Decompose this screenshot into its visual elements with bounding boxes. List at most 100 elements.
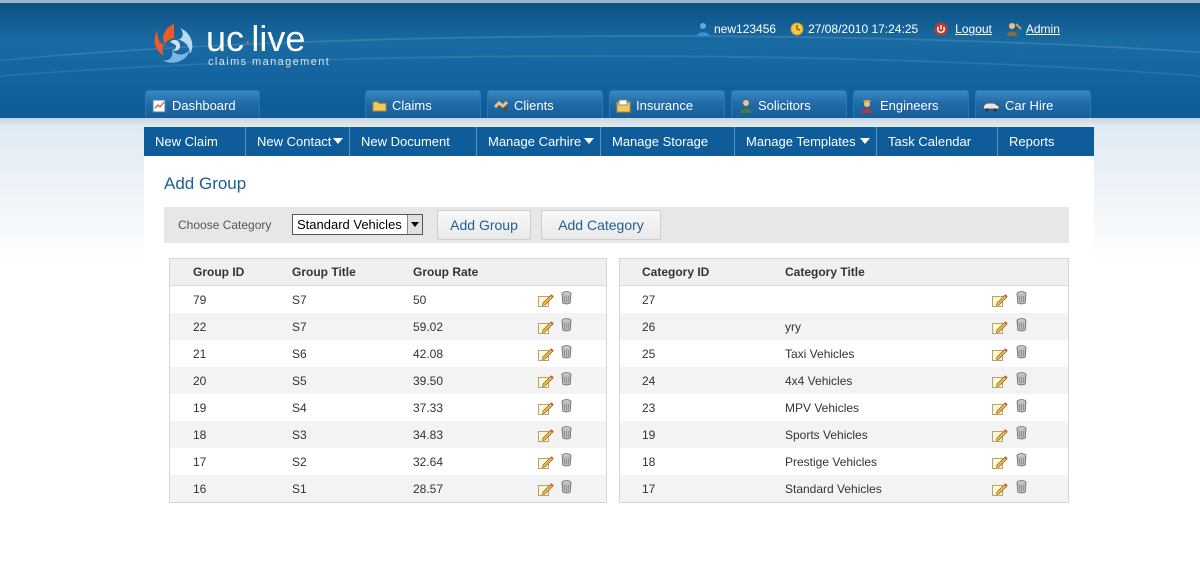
category-id-cell: 25 [642,347,656,361]
edit-icon[interactable] [992,427,1008,442]
groups-table: Group ID Group Title Group Rate 79 S7 50 22… [169,258,607,503]
tab-insurance[interactable]: Insurance [609,90,725,120]
column-header: Group Title [292,265,356,279]
tab-solicitors[interactable]: Solicitors [731,90,847,120]
group-rate-cell: 42.08 [413,347,444,361]
subnav-label: Manage Carhire [488,134,582,149]
edit-icon[interactable] [538,292,554,307]
edit-icon[interactable] [992,481,1008,496]
edit-icon[interactable] [538,427,554,442]
edit-icon[interactable] [992,373,1008,388]
delete-icon[interactable] [1016,426,1027,440]
group-rate-cell: 34.83 [413,428,444,442]
tab-car-hire[interactable]: Car Hire [975,90,1091,120]
table-row: 18 S3 34.83 [170,421,606,448]
subnav-label: Manage Templates [746,134,856,149]
delete-icon[interactable] [561,426,572,440]
edit-icon[interactable] [538,481,554,496]
group-id-cell: 19 [193,401,207,415]
edit-icon[interactable] [538,454,554,469]
table-row: 20 S5 39.50 [170,367,606,394]
logout-link[interactable]: Logout [955,22,992,36]
delete-icon[interactable] [1016,399,1027,413]
delete-icon[interactable] [561,345,572,359]
table-row: 27 [620,286,1068,313]
delete-icon[interactable] [561,453,572,467]
tab-engineers[interactable]: Engineers [853,90,969,120]
engineer-icon [861,99,873,113]
delete-icon[interactable] [561,291,572,305]
delete-icon[interactable] [1016,291,1027,305]
tab-label: Claims [392,98,432,113]
category-id-cell: 27 [642,293,656,307]
tab-label: Clients [514,98,554,113]
admin-tools-icon [1006,23,1022,36]
subnav-reports[interactable]: Reports [998,127,1094,156]
group-title-cell: S3 [292,428,307,442]
tab-label: Solicitors [758,98,811,113]
table-row: 22 S7 59.02 [170,313,606,340]
category-title-cell: Sports Vehicles [785,428,868,442]
edit-icon[interactable] [538,373,554,388]
page-title: Add Group [164,174,247,193]
delete-icon[interactable] [1016,345,1027,359]
edit-icon[interactable] [992,346,1008,361]
category-select-value: Standard Vehicles [297,217,402,232]
edit-icon[interactable] [538,346,554,361]
document-icon [616,99,631,112]
user-bar: new123456 27/08/2010 17:24:25 Logout Adm… [696,20,1074,38]
admin[interactable]: Admin [1006,22,1060,36]
logout[interactable]: Logout [934,22,992,36]
tab-clients[interactable]: Clients [487,90,603,120]
category-select[interactable]: Standard Vehicles [292,214,423,235]
delete-icon[interactable] [1016,372,1027,386]
edit-icon[interactable] [992,319,1008,334]
category-id-cell: 17 [642,482,656,496]
table-row: 17 S2 32.64 [170,448,606,475]
chevron-down-icon[interactable] [407,215,422,234]
edit-icon[interactable] [538,400,554,415]
person-icon [740,99,752,113]
edit-icon[interactable] [992,400,1008,415]
edit-icon[interactable] [538,319,554,334]
subnav-manage-templates[interactable]: Manage Templates [735,127,877,156]
tab-dashboard[interactable]: Dashboard [145,90,260,120]
delete-icon[interactable] [1016,453,1027,467]
group-rate-cell: 50 [413,293,427,307]
subnav-manage-carhire[interactable]: Manage Carhire [477,127,601,156]
tab-claims[interactable]: Claims [365,90,481,120]
add-category-button[interactable]: Add Category [541,210,661,240]
table-row: 18 Prestige Vehicles [620,448,1068,475]
subnav-task-calendar[interactable]: Task Calendar [877,127,998,156]
group-title-cell: S7 [292,320,307,334]
delete-icon[interactable] [561,399,572,413]
user-icon [697,23,709,36]
delete-icon[interactable] [561,480,572,494]
edit-icon[interactable] [992,292,1008,307]
add-group-button[interactable]: Add Group [437,210,531,240]
logo[interactable]: uc·live claims management [150,20,350,72]
category-id-cell: 18 [642,455,656,469]
delete-icon[interactable] [1016,318,1027,332]
clipboard-icon [152,99,166,112]
power-icon [934,22,948,36]
delete-icon[interactable] [561,318,572,332]
admin-link[interactable]: Admin [1026,22,1060,36]
edit-icon[interactable] [992,454,1008,469]
group-id-cell: 22 [193,320,207,334]
logo-tagline: claims management [208,56,331,68]
delete-icon[interactable] [561,372,572,386]
group-title-cell: S5 [292,374,307,388]
table-row: 25 Taxi Vehicles [620,340,1068,367]
subnav-new-contact[interactable]: New Contact [246,127,350,156]
logo-wordmark: uc·live [206,18,306,59]
category-title-cell: yry [785,320,801,334]
sub-navigation: New Claim New Contact New Document Manag… [144,127,1094,156]
swirl-logo-icon [154,24,193,63]
subnav-new-claim[interactable]: New Claim [144,127,246,156]
subnav-new-document[interactable]: New Document [350,127,477,156]
delete-icon[interactable] [1016,480,1027,494]
table-row: 19 S4 37.33 [170,394,606,421]
group-id-cell: 17 [193,455,207,469]
subnav-manage-storage[interactable]: Manage Storage [601,127,735,156]
